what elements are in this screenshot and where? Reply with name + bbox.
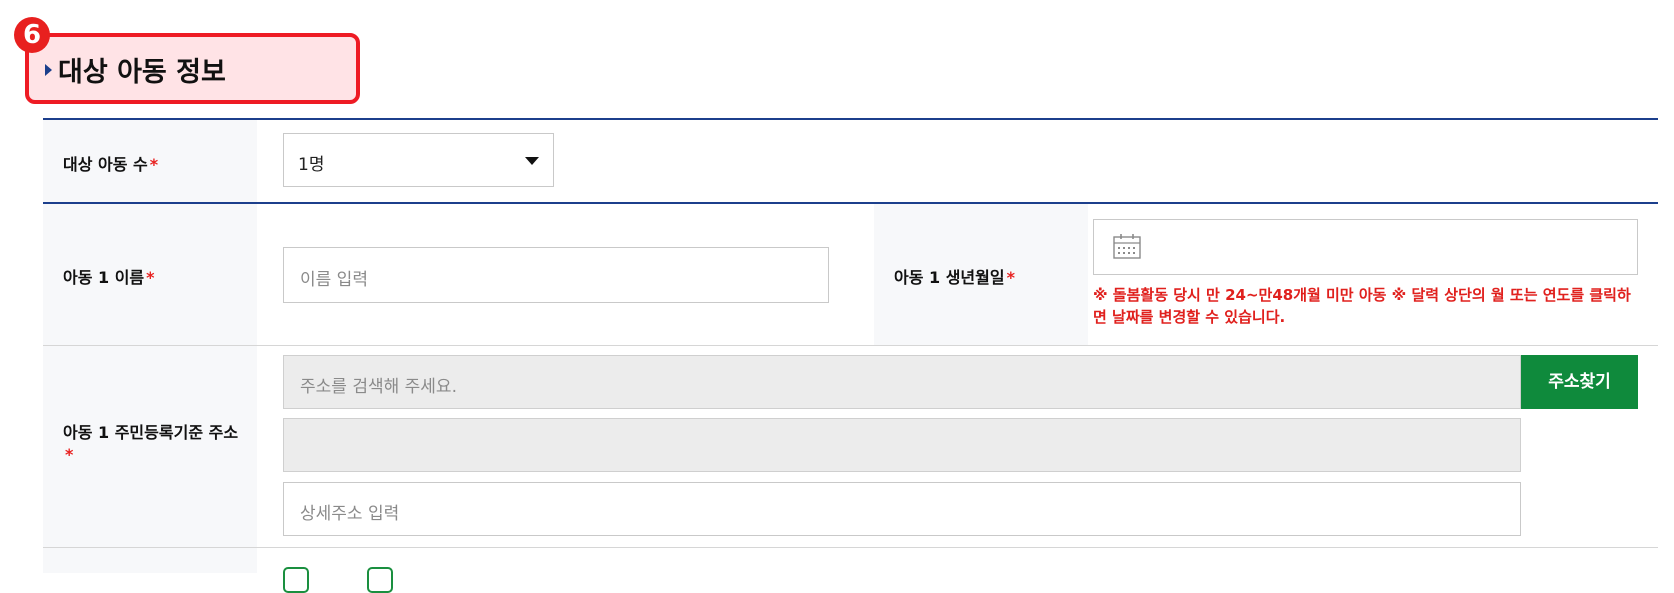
bullet-triangle-icon (45, 63, 52, 76)
children-count-select[interactable]: 1명 (283, 133, 554, 187)
address-search-button[interactable]: 주소찾기 (1521, 355, 1638, 409)
section-title-text: 대상 아동 정보 (58, 57, 226, 88)
address-detail-input[interactable]: 상세주소 입력 (283, 482, 1521, 536)
child-name-input[interactable]: 이름 입력 (283, 247, 829, 303)
children-count-label: 대상 아동 수 * (63, 155, 159, 174)
child-name-placeholder: 이름 입력 (300, 270, 368, 290)
step-number-badge: 6 (14, 17, 50, 53)
address-search-placeholder: 주소를 검색해 주세요. (300, 377, 457, 397)
checkbox-icon[interactable] (283, 567, 309, 593)
required-mark: * (65, 445, 74, 464)
address-search-input[interactable]: 주소를 검색해 주세요. (283, 355, 1521, 409)
required-mark: * (149, 155, 159, 174)
checkbox-icon[interactable] (367, 567, 393, 593)
child-birth-label: 아동 1 생년월일 * (894, 268, 1015, 287)
required-mark: * (1006, 268, 1015, 287)
children-count-value: 1명 (298, 155, 325, 175)
birth-date-notice: ※ 돌봄활동 당시 만 24~만48개월 미만 아동 ※ 달력 상단의 월 또는… (1093, 286, 1631, 326)
child-address-label: 아동 1 주민등록기준 주소* (63, 423, 239, 464)
section-title: 대상 아동 정보 (45, 50, 226, 89)
child-birth-date-input[interactable] (1093, 219, 1638, 275)
required-mark: * (146, 268, 155, 287)
label-cell (43, 548, 257, 573)
caret-down-icon (525, 157, 539, 165)
address-result-field (283, 418, 1521, 472)
child-name-label: 아동 1 이름 * (63, 268, 155, 287)
address-detail-placeholder: 상세주소 입력 (300, 504, 400, 524)
calendar-icon[interactable] (1113, 233, 1141, 259)
